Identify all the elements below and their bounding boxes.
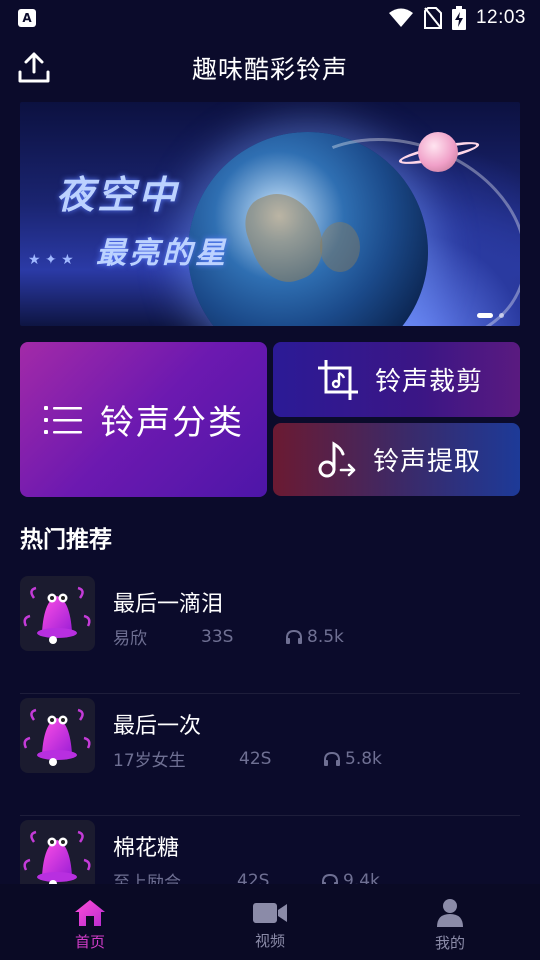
no-sim-icon bbox=[423, 7, 442, 29]
wifi-icon bbox=[388, 8, 413, 27]
user-icon bbox=[437, 898, 463, 927]
nav-label-home: 首页 bbox=[74, 932, 105, 951]
song-play-count: 5.8k bbox=[345, 748, 382, 769]
ringtone-crop-button[interactable]: 铃声裁剪 bbox=[273, 342, 520, 417]
banner-text-line2: 最亮的星 bbox=[96, 236, 228, 271]
song-duration: 33S bbox=[201, 626, 234, 647]
upload-icon[interactable] bbox=[16, 50, 52, 86]
page-title: 趣味酷彩铃声 bbox=[191, 55, 348, 84]
carousel-indicator bbox=[477, 313, 504, 318]
song-meta: 易欣 33S 8.5k bbox=[113, 624, 344, 650]
music-extract-icon bbox=[318, 440, 356, 477]
banner-text-line1: 夜空中 bbox=[56, 172, 180, 217]
status-bar: A 12:03 bbox=[0, 0, 540, 36]
bell-character-thumbnail bbox=[20, 576, 95, 651]
video-icon bbox=[253, 902, 287, 923]
song-title: 棉花糖 bbox=[113, 836, 180, 861]
ringtone-extract-button[interactable]: 铃声提取 bbox=[273, 423, 520, 496]
planet-illustration bbox=[418, 132, 458, 172]
headphones-icon bbox=[324, 751, 340, 766]
song-title: 最后一滴泪 bbox=[113, 592, 224, 617]
crop-music-icon bbox=[318, 359, 358, 400]
nav-label-video: 视频 bbox=[254, 931, 285, 950]
list-icon bbox=[44, 405, 82, 434]
nav-item-profile[interactable]: 我的 bbox=[360, 884, 540, 960]
home-icon bbox=[75, 899, 105, 926]
song-artist: 易欣 bbox=[113, 629, 147, 649]
stars-decoration: ★ ✦ ★ bbox=[28, 252, 74, 268]
hero-banner[interactable]: 夜空中 最亮的星 ★ ✦ ★ bbox=[20, 102, 520, 326]
carousel-dot[interactable] bbox=[499, 313, 504, 318]
nav-item-home[interactable]: 首页 bbox=[0, 884, 180, 960]
song-artist: 17岁女生 bbox=[113, 751, 186, 771]
song-play-count: 8.5k bbox=[307, 626, 344, 647]
song-plays: 8.5k bbox=[285, 627, 344, 647]
app-notification-icon: A bbox=[18, 9, 36, 27]
status-time: 12:03 bbox=[475, 7, 526, 28]
section-title-hot: 热门推荐 bbox=[20, 527, 112, 553]
song-title: 最后一次 bbox=[113, 714, 202, 739]
bell-character-thumbnail bbox=[20, 698, 95, 773]
song-meta: 17岁女生 42S 5.8k bbox=[113, 746, 382, 772]
ringtone-category-button[interactable]: 铃声分类 bbox=[20, 342, 267, 497]
bottom-navigation: 首页 视频 我的 bbox=[0, 884, 540, 960]
category-label: 铃声分类 bbox=[100, 403, 244, 443]
song-list-item[interactable]: 最后一滴泪 易欣 33S 8.5k bbox=[20, 572, 520, 694]
carousel-dot-active[interactable] bbox=[477, 313, 493, 318]
top-header: 趣味酷彩铃声 bbox=[0, 36, 540, 100]
song-list-item[interactable]: 最后一次 17岁女生 42S 5.8k bbox=[20, 694, 520, 816]
song-plays: 5.8k bbox=[323, 749, 382, 769]
nav-label-profile: 我的 bbox=[434, 933, 465, 952]
headphones-icon bbox=[286, 629, 302, 644]
battery-charging-icon bbox=[451, 6, 466, 30]
crop-label: 铃声裁剪 bbox=[375, 367, 484, 397]
song-duration: 42S bbox=[239, 748, 272, 769]
nav-item-video[interactable]: 视频 bbox=[180, 884, 360, 960]
extract-label: 铃声提取 bbox=[373, 447, 482, 477]
